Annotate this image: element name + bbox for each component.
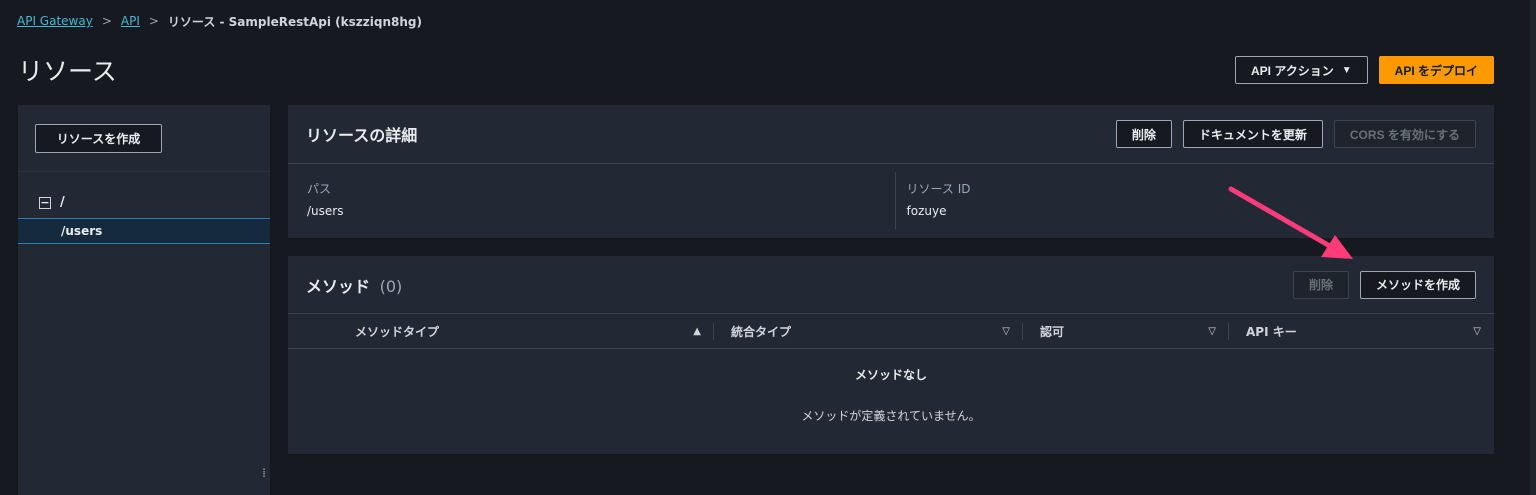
- resource-details-actions: 削除 ドキュメントを更新 CORS を有効にする: [1115, 120, 1476, 148]
- breadcrumb-current: リソース - SampleRestApi (kszziqn8hg): [167, 14, 422, 29]
- page-title: リソース: [18, 57, 117, 86]
- divider: [18, 171, 270, 172]
- column-authorization[interactable]: 認可 ▽: [1023, 314, 1228, 348]
- resource-tree-panel: リソースを作成 − / /users ⁞: [18, 105, 270, 495]
- resource-details-title: リソースの詳細: [306, 126, 418, 145]
- api-actions-dropdown[interactable]: API アクション ▼: [1235, 56, 1368, 84]
- delete-resource-button[interactable]: 削除: [1115, 120, 1172, 148]
- api-actions-label: API アクション: [1251, 63, 1334, 78]
- chevron-right-icon: >: [148, 14, 159, 28]
- path-value: /users: [307, 204, 344, 218]
- methods-table-header: メソッドタイプ ▲ 統合タイプ ▽ 認可 ▽ API キー ▽: [288, 314, 1494, 349]
- methods-empty-state: メソッドなし メソッドが定義されていません。: [288, 366, 1494, 424]
- path-field: パス /users: [288, 164, 895, 237]
- collapse-icon[interactable]: −: [39, 196, 51, 209]
- create-method-button[interactable]: メソッドを作成: [1359, 270, 1476, 299]
- sort-icon[interactable]: ▽: [1473, 326, 1481, 337]
- breadcrumb-api[interactable]: API: [121, 14, 140, 28]
- tree-root-item[interactable]: − /: [39, 195, 65, 210]
- delete-method-button[interactable]: 削除: [1292, 270, 1349, 299]
- tree-item-users[interactable]: /users: [18, 218, 270, 244]
- column-method-type[interactable]: メソッドタイプ ▲: [338, 314, 713, 348]
- column-label: 認可: [1040, 324, 1065, 339]
- sort-icon[interactable]: ▽: [1002, 326, 1010, 337]
- sort-ascending-icon[interactable]: ▲: [693, 326, 701, 337]
- resource-id-field: リソース ID fozuye: [894, 172, 1495, 229]
- column-label: API キー: [1246, 324, 1297, 339]
- resource-id-label: リソース ID: [906, 182, 971, 196]
- methods-title: メソッド (0): [306, 273, 402, 297]
- resize-handle-icon[interactable]: ⁞: [262, 466, 266, 480]
- enable-cors-button[interactable]: CORS を有効にする: [1333, 120, 1476, 148]
- column-label: 統合タイプ: [731, 324, 792, 339]
- top-actions: API アクション ▼ API をデプロイ: [1235, 56, 1494, 84]
- breadcrumb: API Gateway > API > リソース - SampleRestApi…: [17, 12, 422, 30]
- update-documentation-button[interactable]: ドキュメントを更新: [1182, 120, 1323, 148]
- resource-details-header: リソースの詳細 削除 ドキュメントを更新 CORS を有効にする: [288, 105, 1494, 164]
- breadcrumb-api-gateway[interactable]: API Gateway: [17, 14, 93, 28]
- chevron-right-icon: >: [101, 14, 112, 28]
- caret-down-icon: ▼: [1341, 64, 1352, 76]
- create-resource-button[interactable]: リソースを作成: [35, 124, 162, 153]
- page-scrollbar[interactable]: [1530, 0, 1536, 495]
- column-api-key[interactable]: API キー ▽: [1229, 314, 1493, 348]
- methods-panel: メソッド (0) 削除 メソッドを作成 メソッドタイプ ▲ 統合タイプ ▽ 認可…: [288, 256, 1494, 454]
- methods-actions: 削除 メソッドを作成: [1292, 270, 1476, 299]
- tree-root-label: /: [60, 195, 65, 210]
- empty-state-description: メソッドが定義されていません。: [801, 409, 981, 423]
- methods-count: (0): [379, 276, 403, 296]
- methods-title-label: メソッド: [306, 276, 371, 296]
- tree-item-label: /users: [61, 224, 103, 238]
- path-label: パス: [307, 182, 332, 196]
- column-integration-type[interactable]: 統合タイプ ▽: [714, 314, 1022, 348]
- sort-icon[interactable]: ▽: [1208, 326, 1216, 337]
- deploy-api-button[interactable]: API をデプロイ: [1378, 56, 1494, 84]
- resource-id-value: fozuye: [906, 204, 947, 218]
- annotation-arrow-icon: [1228, 186, 1353, 259]
- column-label: メソッドタイプ: [355, 324, 440, 339]
- empty-state-title: メソッドなし: [854, 368, 927, 382]
